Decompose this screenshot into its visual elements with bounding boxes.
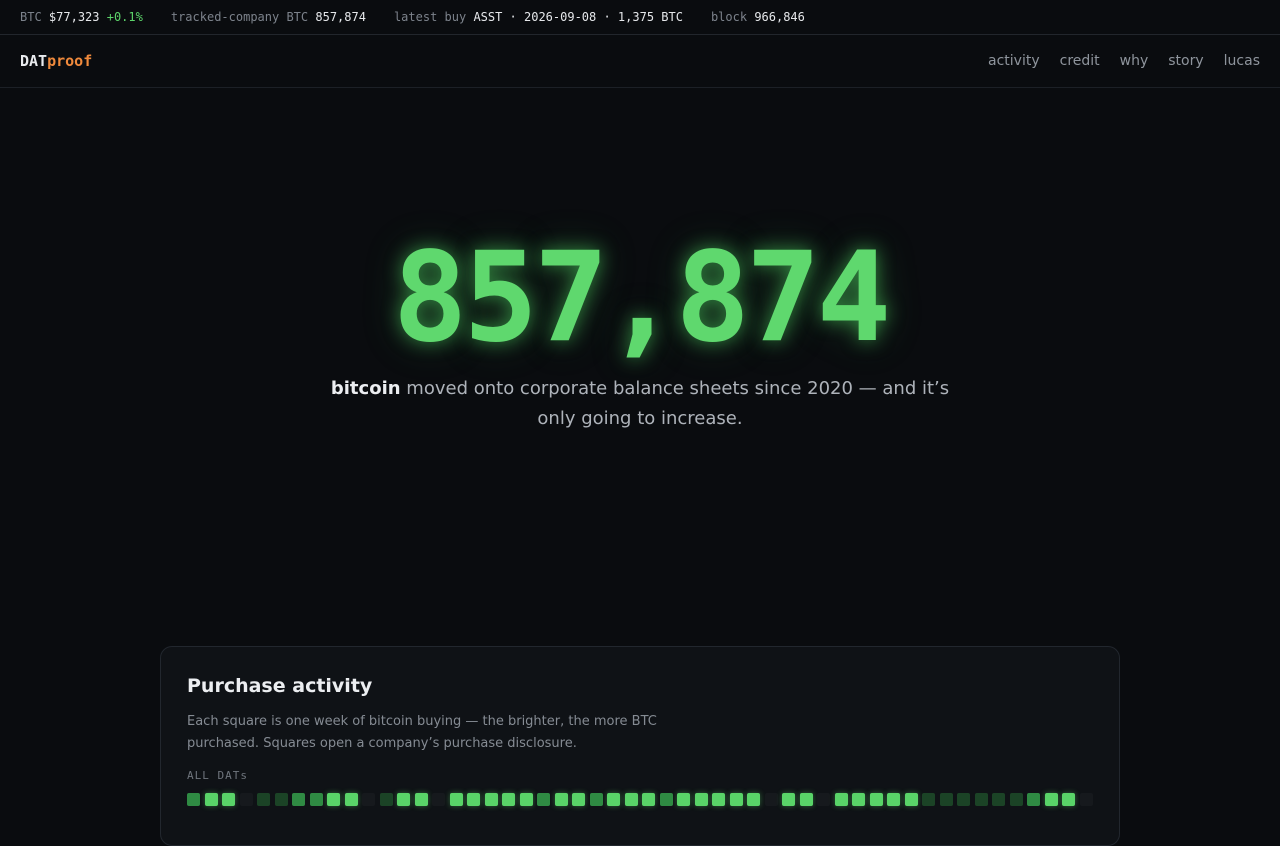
ticker-btc-change: +0.1% [106, 10, 143, 24]
section-title: Purchase activity [187, 675, 373, 697]
ticker-tracked-btc: tracked-company BTC 857,874 [170, 10, 366, 24]
activity-heatmap [187, 793, 1097, 807]
ticker-block-height: block 966,846 [710, 10, 805, 24]
top-nav: DATproof activity credit why story lucas [0, 35, 1280, 88]
hero-btc-total: 857,874 [392, 226, 892, 370]
nav-link-credit[interactable]: credit [1060, 53, 1100, 69]
nav-links: activity credit why story lucas [988, 53, 1260, 69]
ticker-bar: BTC $77,323 +0.1% tracked-company BTC 85… [0, 0, 1280, 35]
nav-link-activity[interactable]: activity [988, 53, 1040, 69]
purchase-activity-card: Purchase activity Each square is one wee… [160, 646, 1120, 846]
ticker-latest-buy: latest buy ASST · 2026-09-08 · 1,375 BTC [393, 10, 683, 24]
nav-link-story[interactable]: story [1168, 53, 1203, 69]
nav-link-why[interactable]: why [1120, 53, 1149, 69]
hero-subtitle-text: moved onto corporate balance sheets sinc… [406, 378, 950, 429]
hero-subtitle-bold: bitcoin [330, 378, 401, 399]
dat-filter-label: ALL DATs [187, 769, 248, 782]
nav-link-lucas[interactable]: lucas [1224, 53, 1260, 69]
brand-logo[interactable]: DATproof [20, 52, 92, 70]
hero-subtitle: bitcoin moved onto corporate balance she… [320, 374, 960, 434]
ticker-btc-price: BTC $77,323 +0.1% [20, 10, 143, 24]
section-description: Each square is one week of bitcoin buyin… [187, 714, 657, 751]
